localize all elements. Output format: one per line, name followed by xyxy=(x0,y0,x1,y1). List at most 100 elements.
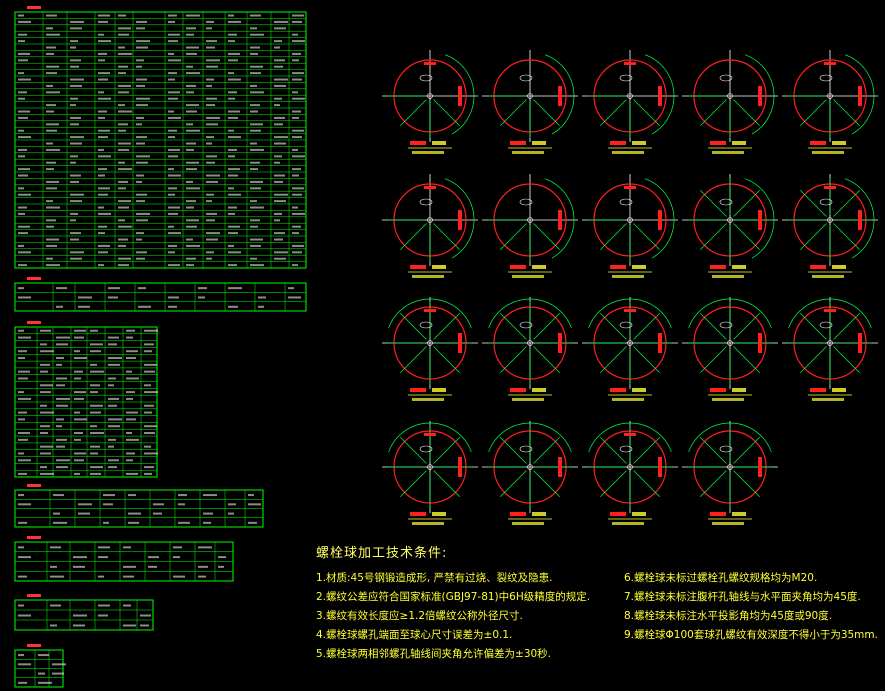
bolt-ball-section xyxy=(782,297,878,401)
radial-line xyxy=(733,99,760,126)
caption-mark xyxy=(412,398,444,401)
radial-line xyxy=(833,99,860,126)
caption-mark xyxy=(532,388,546,392)
hole-mark xyxy=(858,333,862,353)
radial-line xyxy=(700,190,727,217)
table-header-mark xyxy=(27,594,41,597)
radial-line xyxy=(600,223,627,250)
radial-line xyxy=(800,190,827,217)
radial-line xyxy=(400,223,427,250)
caption-mark xyxy=(412,151,444,154)
radial-line xyxy=(733,346,760,373)
hole-mark xyxy=(458,457,462,477)
bolt-ball-section xyxy=(782,50,878,154)
radial-line xyxy=(700,437,727,464)
radial-line xyxy=(700,346,727,373)
radial-line xyxy=(433,346,460,373)
bolt-ball-section xyxy=(382,50,478,154)
radial-line xyxy=(600,437,627,464)
caption-mark xyxy=(410,265,426,269)
caption-mark xyxy=(732,141,746,145)
radial-line xyxy=(433,313,460,340)
radial-line xyxy=(733,190,760,217)
hole-mark xyxy=(558,210,562,230)
note-item: 6.螺栓球未标过螺栓孔螺纹规格均为M20. xyxy=(624,572,818,584)
hole-mark xyxy=(758,333,762,353)
caption-mark xyxy=(512,522,544,525)
bolt-ball-section xyxy=(482,174,578,278)
hole-mark xyxy=(658,333,662,353)
caption-mark xyxy=(732,512,746,516)
caption-mark xyxy=(810,265,826,269)
radial-line xyxy=(800,99,827,126)
hole-mark xyxy=(558,86,562,106)
caption-mark xyxy=(610,265,626,269)
bolt-ball-section xyxy=(382,421,478,525)
caption-mark xyxy=(612,275,644,278)
hole-mark xyxy=(558,333,562,353)
bolt-ball-section xyxy=(382,297,478,401)
bolt-ball-section xyxy=(482,421,578,525)
caption-mark xyxy=(712,398,744,401)
caption-mark xyxy=(412,522,444,525)
bolt-ball-section xyxy=(582,297,678,401)
caption-mark xyxy=(712,151,744,154)
radial-line xyxy=(400,99,427,126)
caption-mark xyxy=(432,512,446,516)
caption-mark xyxy=(512,275,544,278)
hole-mark xyxy=(858,86,862,106)
radial-line xyxy=(600,313,627,340)
radial-line xyxy=(533,223,560,250)
hole-mark xyxy=(824,186,836,189)
radial-line xyxy=(633,470,660,497)
caption-mark xyxy=(510,141,526,145)
table-header-mark xyxy=(27,484,41,487)
caption-mark xyxy=(710,388,726,392)
data-table xyxy=(14,277,307,312)
data-table xyxy=(14,484,264,528)
bolt-ball-section xyxy=(582,50,678,154)
caption-mark xyxy=(510,265,526,269)
note-item: 9.螺栓球Φ100套球孔螺纹有效深度不得小于为35mm. xyxy=(624,629,878,641)
caption-mark xyxy=(610,141,626,145)
note-item: 4.螺栓球螺孔端面至球心尺寸误差为±0.1. xyxy=(316,629,513,641)
hole-mark xyxy=(424,309,436,312)
caption-mark xyxy=(710,265,726,269)
radial-line xyxy=(400,313,427,340)
hole-mark xyxy=(424,186,436,189)
caption-mark xyxy=(810,141,826,145)
radial-line xyxy=(633,99,660,126)
bolt-ball-section xyxy=(482,50,578,154)
caption-mark xyxy=(410,388,426,392)
radial-line xyxy=(833,346,860,373)
note-item: 3.螺纹有效长度应≥1.2倍螺纹公称外径尺寸. xyxy=(316,610,523,622)
radial-line xyxy=(700,470,727,497)
radial-line xyxy=(533,99,560,126)
hole-mark xyxy=(458,333,462,353)
note-item: 8.螺栓球未标注水平投影角均为45度或90度. xyxy=(624,610,833,622)
caption-mark xyxy=(412,275,444,278)
radial-line xyxy=(400,346,427,373)
radial-line xyxy=(600,470,627,497)
hole-mark xyxy=(824,309,836,312)
note-item: 1.材质:45号钢锻造成形, 严禁有过烧、裂纹及隐患. xyxy=(316,572,553,584)
caption-mark xyxy=(510,512,526,516)
caption-mark xyxy=(432,265,446,269)
radial-line xyxy=(800,313,827,340)
caption-mark xyxy=(832,141,846,145)
caption-mark xyxy=(832,388,846,392)
radial-line xyxy=(400,437,427,464)
radial-line xyxy=(433,470,460,497)
caption-mark xyxy=(512,398,544,401)
hole-mark xyxy=(758,86,762,106)
caption-mark xyxy=(712,522,744,525)
data-table xyxy=(14,644,66,688)
table-header-mark xyxy=(27,321,41,324)
caption-mark xyxy=(810,388,826,392)
radial-line xyxy=(600,346,627,373)
bolt-ball-section xyxy=(682,297,778,401)
caption-mark xyxy=(432,388,446,392)
caption-mark xyxy=(710,512,726,516)
hole-mark xyxy=(558,457,562,477)
bolt-ball-section xyxy=(782,174,878,278)
